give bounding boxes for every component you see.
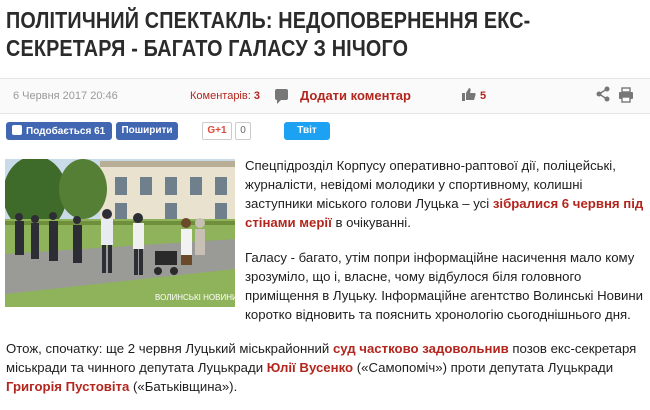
social-share-bar: Подобається 61 Поширити G+1 0 Твіт — [0, 120, 650, 144]
comment-icon — [275, 89, 288, 104]
comments-label: Коментарів: — [190, 90, 251, 102]
comments-count-link[interactable]: Коментарів: 3 — [190, 90, 260, 102]
photo-watermark: ВОЛИНСЬКІ НОВИНИ — [155, 293, 235, 302]
paragraph-text: в очікуванні. — [331, 215, 411, 230]
paragraph-text: Отож, спочатку: ще 2 червня Луцький місь… — [6, 341, 333, 356]
facebook-thumb-icon — [12, 125, 22, 135]
pustovit-link[interactable]: Григорія Пустовіта — [6, 379, 129, 394]
facebook-share-button[interactable]: Поширити — [116, 122, 178, 140]
article-paragraph-2: Галасу - багато, утім попри інформаційне… — [245, 250, 643, 322]
thumbs-up-icon[interactable] — [462, 87, 476, 104]
facebook-like-label: Подобається 61 — [26, 126, 106, 137]
article-paragraph-1: Спецпідрозділ Корпусу оперативно-раптово… — [245, 156, 645, 232]
print-icon[interactable] — [618, 87, 634, 103]
paragraph-text: («Батьківщина»). — [129, 379, 238, 394]
article-meta-bar: 6 Червня 2017 20:46 Коментарів: 3 Додати… — [0, 78, 650, 114]
court-link[interactable]: суд частково задовольнив — [333, 341, 509, 356]
tweet-button[interactable]: Твіт — [284, 122, 330, 140]
add-comment-button[interactable]: Додати коментар — [300, 88, 411, 103]
vusenko-link[interactable]: Юлії Вусенко — [267, 360, 353, 375]
paragraph-text: («Самопоміч») проти депутата Луцькради — [353, 360, 614, 375]
article-title: ПОЛІТИЧНИЙ СПЕКТАКЛЬ: НЕДОПОВЕРНЕННЯ ЕКС… — [6, 7, 531, 61]
likes-count: 5 — [480, 90, 487, 102]
google-plus-button[interactable]: G+1 — [202, 122, 232, 140]
comments-count: 3 — [253, 90, 260, 102]
google-plus-count: 0 — [235, 122, 251, 140]
publish-date: 6 Червня 2017 20:46 — [13, 90, 118, 102]
facebook-like-button[interactable]: Подобається 61 — [6, 122, 112, 140]
article-photo: ВОЛИНСЬКІ НОВИНИ — [5, 159, 235, 307]
share-icon[interactable] — [596, 86, 610, 102]
article-paragraph-3: Отож, спочатку: ще 2 червня Луцький місь… — [6, 339, 646, 396]
